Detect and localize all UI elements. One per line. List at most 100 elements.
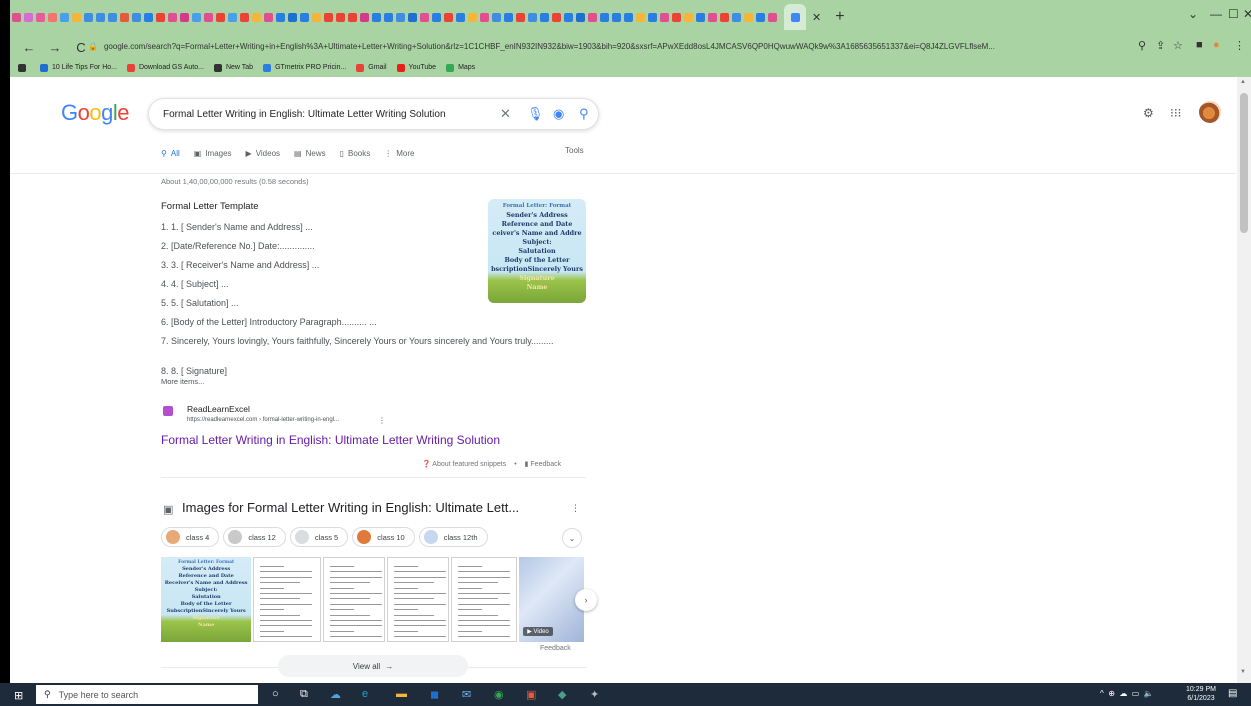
source-url[interactable]: https://readlearnexcel.com › formal-lett… [187,417,339,423]
extension-icon[interactable]: ■ [1196,39,1203,51]
tab-favicon-icon[interactable] [516,12,525,22]
tab-favicon-icon[interactable] [420,12,429,22]
notification-icon[interactable]: ▤ [1228,688,1237,699]
share-icon[interactable]: ⇪ [1156,39,1165,52]
bookmark-item[interactable]: YouTube [396,63,436,72]
more-items-link[interactable]: More items... [161,377,204,386]
image-result[interactable] [387,557,450,642]
tab-favicon-icon[interactable] [732,12,741,22]
tab-favicon-icon[interactable] [480,12,489,22]
tab-favicon-icon[interactable] [180,12,189,22]
feedback-link[interactable]: Feedback [530,461,561,468]
tab-favicon-icon[interactable] [576,12,585,22]
taskbar-clock[interactable]: 10:29 PM 6/1/2023 [1186,685,1216,703]
images-feedback-link[interactable]: Feedback [540,645,571,652]
tab-favicon-icon[interactable] [708,12,717,22]
tab-favicon-icon[interactable] [492,12,501,22]
taskbar-search[interactable]: ⚲ Type here to search [36,685,258,704]
tab-favicon-icon[interactable] [240,12,249,22]
tab-favicon-icon[interactable] [444,12,453,22]
settings-gear-icon[interactable]: ⚙ [1143,106,1154,120]
bookmark-item[interactable]: Gmail [356,63,387,72]
bookmark-star-icon[interactable]: ☆ [1173,39,1183,52]
tab-favicon-icon[interactable] [504,12,513,22]
tab-favicon-icon[interactable] [120,12,129,22]
tab-favicon-icon[interactable] [696,12,705,22]
tab-favicon-icon[interactable] [144,12,153,22]
system-tray[interactable]: ^ ⊕ ☁ ▭ 🔈 [1100,689,1154,698]
page-scrollbar[interactable]: ▲ ▼ [1237,77,1251,683]
more-vert-icon[interactable]: ⋮ [378,416,386,425]
tab-favicon-icon[interactable] [192,12,201,22]
tab-favicon-icon[interactable] [132,12,141,22]
tab-favicon-icon[interactable] [744,12,753,22]
tab-favicon-icon[interactable] [648,12,657,22]
scroll-up-icon[interactable]: ▲ [1240,79,1246,85]
tab-favicon-icon[interactable] [204,12,213,22]
images-section-title[interactable]: Images for Formal Letter Writing in Engl… [182,500,519,515]
microphone-icon[interactable]: 🎙 [527,106,544,122]
tab-favicon-icon[interactable] [396,12,405,22]
tab-favicon-icon[interactable] [72,12,81,22]
tab-favicon-icon[interactable] [408,12,417,22]
image-result[interactable]: Formal Letter: Format Sender's Address Ref… [161,557,252,642]
tab-favicon-icon[interactable] [660,12,669,22]
search-icon[interactable]: ⚲ [579,106,589,122]
tab-books[interactable]: ▯ Books [340,149,371,158]
tab-favicon-icon[interactable] [108,12,117,22]
minimize-icon[interactable]: — [1210,7,1222,21]
tab-favicon-icon[interactable] [384,12,393,22]
tab-favicon-icon[interactable] [636,12,645,22]
tab-favicon-icon[interactable] [168,12,177,22]
image-result[interactable] [451,557,518,642]
filter-chip[interactable]: class 12th [418,527,488,547]
location-icon[interactable]: ⚲ [1138,39,1146,52]
tab-favicon-icon[interactable] [768,12,777,22]
tab-favicon-icon[interactable] [156,12,165,22]
edge-icon[interactable]: e [362,688,368,700]
chrome-icon[interactable]: ◉ [494,688,504,701]
tab-favicon-icon[interactable] [720,12,729,22]
tab-favicon-icon[interactable] [276,12,285,22]
tab-favicon-icon[interactable] [216,12,225,22]
tab-favicon-icon[interactable] [684,12,693,22]
more-vert-icon[interactable]: ⋮ [571,503,580,514]
tab-more[interactable]: ⋮ More [384,149,414,158]
bookmark-item[interactable]: GTmetrix PRO Pricin... [263,63,346,72]
active-tab[interactable] [784,4,806,30]
apps-icon[interactable] [18,63,26,72]
search-input[interactable] [163,108,483,120]
tab-close-icon[interactable]: ✕ [812,11,821,24]
window-close-icon[interactable]: ✕ [1243,7,1251,21]
tab-favicon-icon[interactable] [756,12,765,22]
search-box[interactable]: ✕ 🎙 ◉ ⚲ [148,98,599,130]
tab-favicon-icon[interactable] [552,12,561,22]
new-tab-icon[interactable]: + [835,8,844,26]
tab-favicon-icon[interactable] [564,12,573,22]
view-all-button[interactable]: View all → [278,655,468,677]
chevron-right-icon[interactable]: › [575,589,597,611]
tab-favicon-icon[interactable] [36,12,45,22]
chevron-down-icon[interactable]: ⌄ [562,528,582,548]
bookmark-item[interactable]: Download GS Auto... [126,63,204,72]
filter-chip[interactable]: class 4 [161,527,220,547]
weather-icon[interactable]: ☁ [330,688,341,701]
image-result[interactable] [322,557,386,642]
tab-favicon-icon[interactable] [60,12,69,22]
file-explorer-icon[interactable]: ▬ [396,688,407,700]
tab-favicon-icon[interactable] [540,12,549,22]
tab-favicon-icon[interactable] [48,12,57,22]
tools-button[interactable]: Tools [565,146,584,155]
filter-chip[interactable]: class 5 [289,527,349,547]
tab-favicon-icon[interactable] [600,12,609,22]
tab-videos[interactable]: ▶ Videos [246,149,280,158]
tab-favicon-icon[interactable] [468,12,477,22]
bookmark-item[interactable]: 10 Life Tips For Ho... [40,63,117,72]
back-icon[interactable]: ← [22,40,36,55]
mail-icon[interactable]: ✉ [462,688,471,701]
tab-favicon-icon[interactable] [252,12,261,22]
tab-favicon-icon[interactable] [336,12,345,22]
tab-favicon-icon[interactable] [348,12,357,22]
app-icon[interactable]: ✦ [590,688,599,701]
tab-favicon-icon[interactable] [24,12,33,22]
